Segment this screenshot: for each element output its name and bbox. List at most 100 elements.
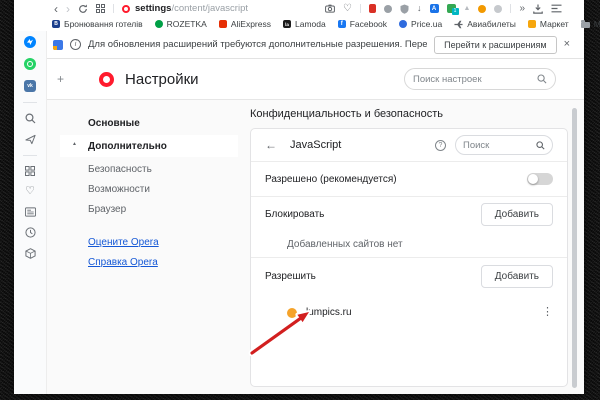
toolbar-divider [360, 4, 361, 13]
extension-shield-icon[interactable] [400, 4, 409, 14]
extensions-cube-icon[interactable] [25, 248, 36, 259]
bookmark-label: ROZETKA [167, 19, 207, 29]
toggle-knob [528, 174, 538, 184]
search-icon[interactable] [537, 74, 547, 84]
page-scrollbar[interactable] [572, 108, 577, 388]
toolbar-divider [510, 4, 511, 13]
speed-dial-icon[interactable] [25, 166, 35, 176]
priceua-favicon-icon [399, 20, 407, 28]
panels-icon[interactable] [551, 4, 562, 13]
bookmark-label: Lamoda [295, 19, 326, 29]
search-icon[interactable] [25, 113, 36, 124]
extension-arrow-icon[interactable]: ▲ [464, 5, 471, 12]
bookmark-heart-icon[interactable]: ♡ [343, 4, 352, 14]
more-extensions-icon[interactable]: » [519, 4, 525, 14]
go-to-extensions-button[interactable]: Перейти к расширениям [434, 36, 556, 54]
rozetka-favicon-icon [155, 20, 163, 28]
bookmark-priceua[interactable]: Price.ua [399, 19, 442, 29]
empty-sites-text: Добавленных сайтов нет [251, 231, 567, 258]
bookmark-rozetka[interactable]: ROZETKA [155, 19, 207, 29]
info-icon: i [70, 39, 81, 50]
extension-red-icon[interactable] [369, 4, 376, 13]
allow-section-label: Разрешить [265, 271, 481, 282]
help-opera-link[interactable]: Справка Opera [88, 257, 158, 268]
help-icon[interactable]: ? [435, 140, 446, 151]
sidebar-item-advanced[interactable]: Дополнительно [88, 141, 167, 152]
vk-icon[interactable]: vk [24, 80, 36, 92]
plus-icon[interactable]: + [57, 72, 64, 86]
extension-green-icon[interactable]: 1 [447, 4, 456, 13]
chevron-up-icon: ▲ [72, 141, 77, 147]
bookmark-firefox-folder[interactable]: Mozilla Firefox [581, 19, 600, 29]
bookmark-label: Facebook [350, 19, 387, 29]
sidebar-item-security[interactable]: Безопасность [88, 164, 152, 175]
extension-orange-icon[interactable] [478, 5, 486, 13]
settings-page: ▲ Основные Дополнительно Безопасность Во… [47, 100, 584, 394]
javascript-toggle[interactable] [527, 173, 553, 185]
sidebar-item-browser[interactable]: Браузер [88, 204, 126, 215]
bookmark-label: Авиабилеты [467, 19, 516, 29]
speeddial-grid-icon[interactable] [96, 4, 105, 13]
history-clock-icon[interactable] [25, 227, 36, 238]
extension-download-arrow-icon[interactable]: ↓ [417, 4, 422, 13]
bookmark-avia[interactable]: Авиабилеты [454, 19, 516, 29]
browser-toolbar: ‹ › settings/content/javascript ♡ [14, 0, 584, 17]
kebab-menu-icon[interactable]: ⋮ [542, 307, 553, 318]
aliexpress-favicon-icon [219, 20, 227, 28]
back-icon[interactable]: ‹ [54, 3, 58, 15]
extension-gray-circle-icon[interactable] [384, 5, 392, 13]
notification-text: Для обновления расширений требуются допо… [88, 39, 427, 50]
bookmarks-heart-icon[interactable]: ♡ [25, 186, 35, 197]
bookmark-facebook[interactable]: fFacebook [338, 19, 387, 29]
sidebar-item-basic[interactable]: Основные [88, 118, 140, 129]
personal-news-icon[interactable] [25, 207, 36, 217]
extension-notification-bar: i Для обновления расширений требуются до… [47, 31, 584, 59]
reload-icon[interactable] [78, 4, 88, 14]
url-path: /content/javascript [171, 3, 248, 14]
bookmark-label: AliExpress [231, 19, 271, 29]
extension-badge: 1 [452, 8, 459, 15]
opera-browser-window: ‹ › settings/content/javascript ♡ [14, 0, 584, 394]
snapshot-camera-icon[interactable] [325, 4, 335, 13]
card-search-input[interactable] [463, 140, 536, 151]
bookmark-lamoda[interactable]: laLamoda [283, 19, 326, 29]
bookmark-label: Маркет [540, 19, 569, 29]
site-favicon-icon [287, 308, 297, 318]
whatsapp-icon[interactable] [24, 58, 36, 70]
search-icon[interactable] [536, 141, 545, 150]
desktop-background: ‹ › settings/content/javascript ♡ [0, 0, 600, 400]
address-bar[interactable]: settings/content/javascript [122, 3, 248, 14]
extension-gray2-icon[interactable] [494, 5, 502, 13]
back-arrow-icon[interactable]: ← [265, 138, 277, 152]
sidebar-item-features[interactable]: Возможности [88, 184, 150, 195]
sidebar-divider [23, 102, 37, 103]
allowed-site-row[interactable]: lumpics.ru ⋮ [251, 295, 567, 330]
bookmark-aliexpress[interactable]: AliExpress [219, 19, 271, 29]
settings-search-box[interactable] [404, 68, 556, 90]
bookmark-label: Mozilla Firefox [594, 19, 600, 29]
bookmark-booking[interactable]: BБронювання готелів [52, 19, 143, 29]
bookmark-market[interactable]: Маркет [528, 19, 569, 29]
messenger-icon[interactable] [24, 36, 36, 48]
settings-search-input[interactable] [413, 74, 537, 85]
toggle-label: Разрешено (рекомендуется) [265, 174, 527, 185]
flow-paperplane-icon[interactable] [25, 134, 36, 145]
block-section-label: Блокировать [265, 209, 481, 220]
bookmarks-bar: BБронювання готелів ROZETKA AliExpress l… [14, 17, 584, 31]
url-host: settings [135, 3, 171, 14]
bookmark-label: Price.ua [411, 19, 442, 29]
opera-logo-icon [122, 5, 130, 13]
opera-settings-logo-icon [99, 72, 114, 87]
section-title: Конфиденциальность и безопасность [250, 108, 443, 120]
site-name: lumpics.ru [306, 307, 542, 318]
javascript-settings-card: ← JavaScript ? Разрешено (рекоме [250, 128, 568, 387]
card-search-box[interactable] [455, 135, 553, 155]
extension-translate-icon[interactable]: A [430, 4, 439, 13]
forward-icon[interactable]: › [66, 3, 70, 15]
page-title: Настройки [125, 71, 199, 88]
downloads-icon[interactable] [533, 4, 543, 14]
add-allow-site-button[interactable]: Добавить [481, 265, 553, 288]
close-icon[interactable]: × [564, 39, 570, 50]
add-block-site-button[interactable]: Добавить [481, 203, 553, 226]
rate-opera-link[interactable]: Оцените Opera [88, 237, 159, 248]
